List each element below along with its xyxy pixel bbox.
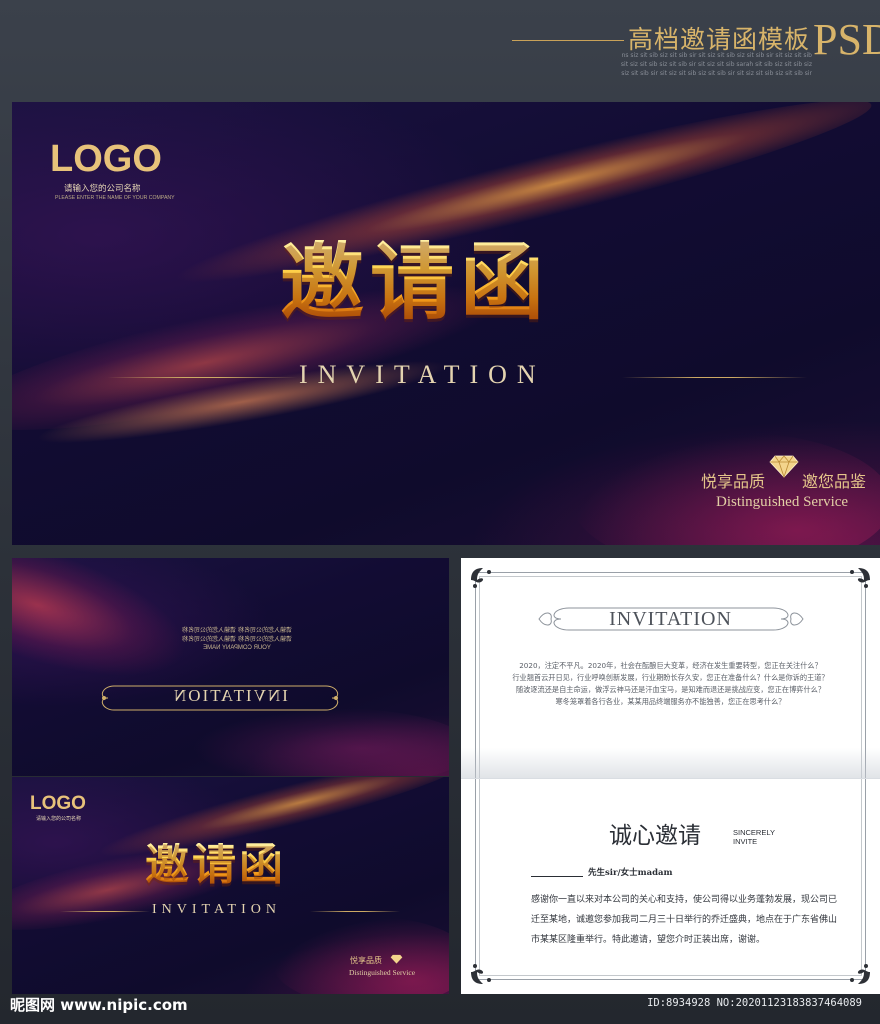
inside-heading: INVITATION — [609, 608, 732, 630]
front-cover: LOGO 请输入您的公司名称 PLEASE ENTER THE NAME OF … — [12, 102, 880, 545]
intro-line-1: 2020，注定不平凡。2020年，社会在酝酿巨大变革，经济在发生重要转型，您正在… — [519, 661, 822, 670]
slogan-en: Distinguished Service — [349, 968, 416, 977]
invitation-title: 邀请函 — [280, 232, 551, 331]
mirrored-fine-line: 请输入您的公司名称 请输入您的公司名称 — [182, 636, 292, 643]
diamond-icon — [769, 454, 799, 479]
body-line-2: 迁至某地，诚邀您参加我司二月三十日举行的乔迁盛典，地点在于广东省佛山 — [531, 915, 838, 925]
mirrored-fine-line: 请输入您的公司名称 请输入您的公司名称 — [182, 627, 292, 634]
light-glow — [192, 708, 449, 776]
mirrored-invitation-label: INVITATION — [172, 686, 288, 705]
body-line-1: 感谢你一直以来对本公司的关心和支持，使公司得以业务蓬勃发展，现公司已 — [531, 895, 838, 905]
inside-page: INVITATION 2020，注定不平凡。2020年，社会在酝酿巨大变革，经济… — [461, 558, 880, 994]
company-name-en: PLEASE ENTER THE NAME OF YOUR COMPANY — [55, 195, 175, 201]
back-cover: 请输入您的公司名称 请输入您的公司名称 请输入您的公司名称 请输入您的公司名称 … — [12, 558, 449, 776]
corner-ornament-icon — [469, 566, 497, 598]
intro-line-4: 寒冬笼罩着各行各业，某某用品终端服务亦不能独善，您正在思考什么？ — [555, 697, 786, 706]
invitation-subtitle: INVITATION — [299, 360, 546, 389]
logo: LOGO — [50, 138, 162, 180]
title-rule-right — [622, 377, 807, 378]
corner-ornament-icon — [469, 954, 497, 986]
sincere-invite-en-2: INVITE — [733, 837, 758, 846]
sincere-invite-title: 诚心邀请 — [609, 823, 701, 849]
header-fine-print-3: siz sit sib sir sit siz sit sib siz sit … — [621, 70, 812, 77]
slogan-right: 邀您品鉴 — [802, 472, 867, 491]
corner-ornament-icon — [844, 566, 872, 598]
title-rule-left — [107, 377, 297, 378]
fold-line — [461, 778, 880, 779]
salutation: 先生sir/女士madam — [588, 868, 673, 878]
title-rule-left — [60, 911, 150, 912]
invitation-title: 邀请函 — [145, 839, 286, 890]
small-cover: LOGO 请输入您的公司名称 邀请函 INVITATION 悦享品质 Disti… — [12, 777, 449, 994]
logo: LOGO — [30, 793, 86, 814]
body-line-3: 市某某区隆重举行。特此邀请，望您介时正装出席，谢谢。 — [531, 935, 766, 945]
company-name-cn: 请输入您的公司名称 — [64, 184, 141, 194]
header-fine-print-2: sit siz sit sib siz sit sib sir sit siz … — [620, 61, 812, 68]
slogan-cn: 悦享品质 — [350, 956, 382, 965]
header-title: 高档邀请函模板 — [628, 25, 811, 54]
company-name-cn: 请输入您的公司名称 — [36, 816, 82, 822]
title-rule-right — [310, 911, 400, 912]
mirrored-company-en: YOUR COMPANY NAME — [203, 645, 271, 651]
image-id-text: ID:8934928 NO:20201123183837464089 — [647, 997, 862, 1009]
mirrored-fine-print: 请输入您的公司名称 请输入您的公司名称 请输入您的公司名称 请输入您的公司名称 … — [152, 626, 322, 653]
guest-name-blank — [531, 876, 583, 877]
site-watermark: 昵图网 www.nipic.com — [10, 996, 188, 1014]
slogan-left: 悦享品质 — [701, 472, 766, 491]
header-format: PSD — [813, 15, 880, 64]
diamond-icon — [390, 949, 403, 964]
corner-ornament-icon — [844, 954, 872, 986]
sincere-invite-en-1: SINCERELY — [733, 828, 775, 837]
header-fine-print-1: ns siz sit sib siz sit sib sir sit siz s… — [621, 52, 812, 59]
header-rule — [512, 40, 624, 41]
intro-line-2: 行业翘首云开日见，行业呼唤创新发展，行业期盼长存久安，您正在准备什么？什么是你诉… — [512, 673, 829, 682]
intro-line-3: 随波逐流还是自主命运，做浮云神马还是汗血宝马，是知难而退还是挑战应变，您正在博弈… — [515, 685, 826, 694]
slogan-en: Distinguished Service — [716, 494, 849, 510]
invitation-subtitle: INVITATION — [152, 902, 281, 917]
fold-shadow — [461, 748, 880, 778]
